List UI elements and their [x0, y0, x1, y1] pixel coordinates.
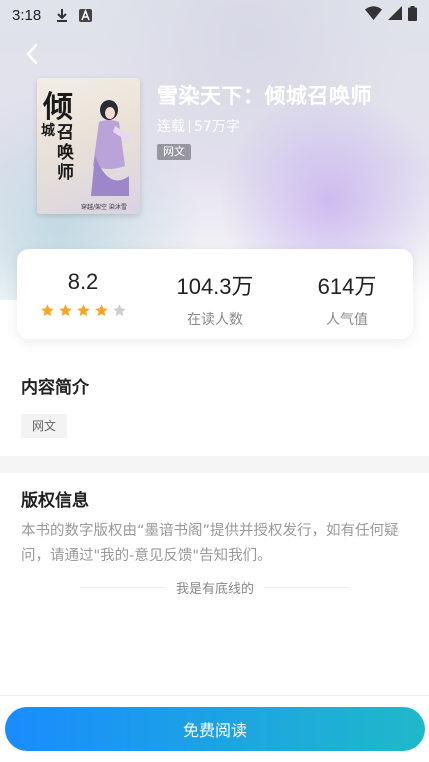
- star-filled-icon: [58, 304, 72, 317]
- copyright-text: 本书的数字版权由“墨谙书阁”提供并授权发行，如有任何疑问，请通过"我的-意见反馈…: [21, 523, 399, 564]
- star-filled-icon: [40, 304, 54, 317]
- rating-stat: 8.2: [17, 249, 149, 339]
- intro-heading: 内容简介: [21, 378, 89, 398]
- chevron-left-icon: [26, 43, 38, 65]
- copyright-heading: 版权信息: [21, 491, 89, 511]
- book-title: 雪染天下：倾城召唤师: [157, 84, 372, 108]
- book-status: 连载: [157, 119, 185, 135]
- popularity-value: 614万: [317, 274, 377, 299]
- cover-illustration: [91, 100, 131, 196]
- free-read-button[interactable]: 免费阅读: [5, 707, 425, 751]
- status-time: 3:18: [12, 6, 42, 24]
- download-icon: [55, 8, 69, 22]
- rating-stars: [40, 303, 127, 318]
- reading-label: 在读人数: [187, 312, 243, 328]
- popularity-label: 人气值: [326, 312, 368, 328]
- wifi-icon: [365, 6, 382, 24]
- star-empty-icon: [112, 304, 126, 317]
- rating-value: 8.2: [67, 269, 99, 294]
- section-divider: [0, 456, 429, 473]
- star-filled-icon: [76, 304, 90, 317]
- end-of-list-indicator: 我是有底线的: [80, 577, 350, 597]
- book-word-count: 57万字: [194, 119, 240, 135]
- reading-stat: 104.3万 在读人数: [149, 249, 281, 339]
- cover-footer-text: 穿越/架空 染沐雪: [81, 204, 127, 211]
- end-of-list-text: 我是有底线的: [176, 581, 255, 597]
- intro-tag[interactable]: 网文: [21, 414, 68, 438]
- cellular-signal-icon: [388, 6, 402, 24]
- star-filled-icon: [94, 304, 108, 317]
- meta-separator: [189, 119, 190, 133]
- battery-icon: [408, 5, 417, 25]
- footer-divider: [0, 695, 429, 696]
- book-meta: 连载 57万字: [157, 116, 240, 136]
- book-cover[interactable]: 倾 城 召 唤 师 穿越/架空 染沐雪: [37, 78, 140, 214]
- popularity-stat: 614万 人气值: [281, 249, 413, 339]
- reading-value: 104.3万: [176, 274, 254, 299]
- cover-title-char: 师: [57, 163, 74, 183]
- book-category-tag[interactable]: 网文: [157, 144, 191, 160]
- cover-title-char: 城: [41, 123, 55, 139]
- back-button[interactable]: [18, 40, 46, 68]
- status-bar: 3:18: [0, 0, 429, 30]
- stats-card: 8.2 104.3万 在读人数 614万 人气值: [17, 249, 413, 339]
- font-a-icon: [79, 8, 93, 22]
